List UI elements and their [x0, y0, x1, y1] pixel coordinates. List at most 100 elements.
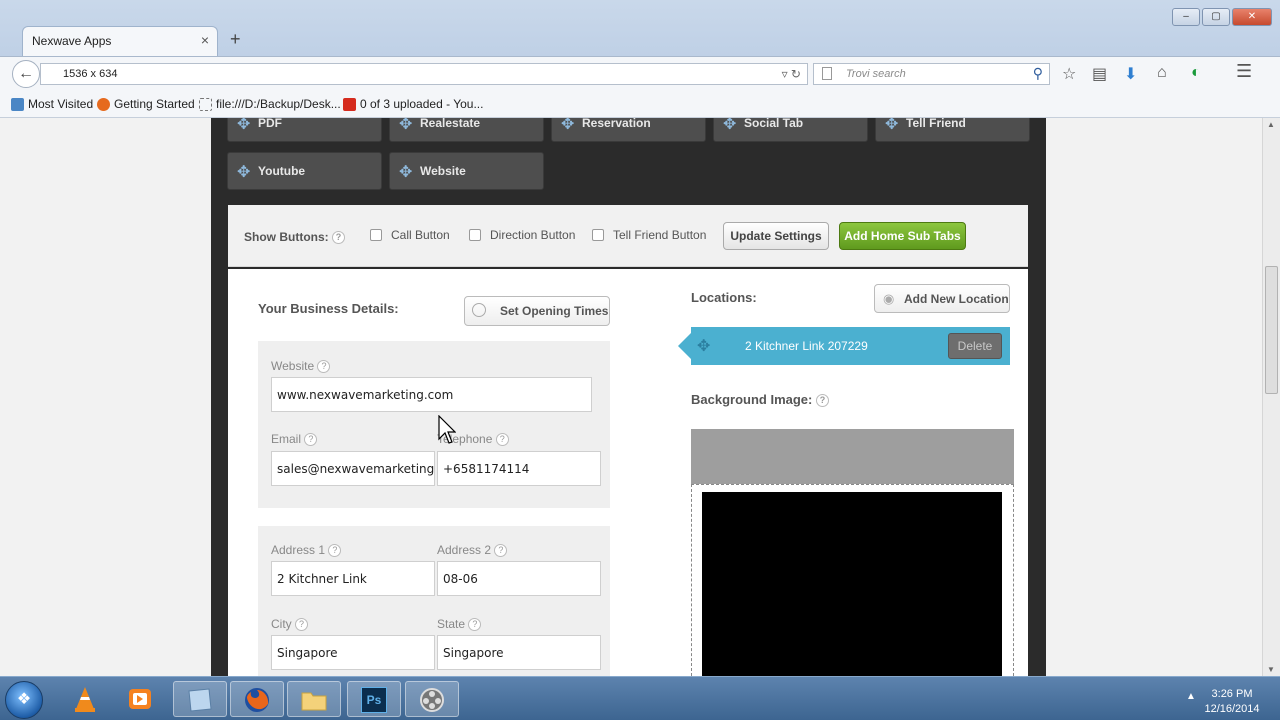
new-tab-button[interactable]: + [230, 29, 241, 50]
tool-button-tell-friend[interactable]: ✥ Tell Friend [875, 118, 1030, 142]
checkbox-box[interactable] [592, 229, 604, 241]
address1-field[interactable]: 2 Kitchner Link [271, 561, 435, 596]
folder-icon[interactable] [287, 681, 341, 717]
navigation-bar: ← 1536 x 634 ▿ ↻ Trovi search ⚲ ☆ ▤ ⬇ ⌂ … [0, 56, 1280, 90]
file-icon [199, 97, 212, 111]
move-icon: ✥ [399, 118, 413, 133]
bookmark-star-icon[interactable]: ☆ [1062, 64, 1076, 84]
browser-tab[interactable]: Nexwave Apps × [22, 26, 218, 56]
scroll-down-icon[interactable]: ▼ [1267, 665, 1275, 674]
help-icon[interactable]: ? [317, 360, 331, 374]
add-home-sub-tabs-button[interactable]: Add Home Sub Tabs [839, 222, 966, 250]
back-button[interactable]: ← [12, 60, 40, 88]
url-bar[interactable]: 1536 x 634 ▿ ↻ [40, 63, 808, 85]
page-icon [822, 67, 832, 80]
help-icon[interactable]: ? [328, 544, 342, 558]
page-viewport: ✥ PDF ✥ Realestate ✥ Reservation ✥ Socia… [0, 118, 1262, 676]
bookmarks-list-icon[interactable]: ▤ [1092, 64, 1107, 84]
checkbox-box[interactable] [370, 229, 382, 241]
bookmark-most-visited[interactable]: Most Visited [11, 97, 93, 111]
download-icon[interactable]: ⬇ [1124, 64, 1137, 84]
page-scrollbar[interactable]: ▲ ▼ [1262, 118, 1280, 676]
tool-button-social-tab[interactable]: ✥ Social Tab [713, 118, 868, 142]
maximize-button[interactable]: ▢ [1202, 8, 1230, 26]
tool-button-realestate[interactable]: ✥ Realestate [389, 118, 544, 142]
show-buttons-bar: Show Buttons: ? Call Button Direction Bu… [228, 205, 1028, 267]
show-buttons-label: Show Buttons: ? [244, 230, 345, 245]
contact-form-block: Website ? www.nexwavemarketing.com Email… [258, 341, 610, 508]
call-button-checkbox[interactable]: Call Button [370, 228, 450, 242]
background-image-preview [702, 492, 1002, 676]
bookmark-getting-started[interactable]: Getting Started [97, 97, 195, 111]
background-image-dropzone[interactable] [691, 429, 1014, 676]
delete-location-button[interactable]: Delete [948, 333, 1002, 359]
tab-close-icon[interactable]: × [201, 32, 209, 48]
firefox-icon[interactable] [230, 681, 284, 717]
home-icon[interactable]: ⌂ [1157, 64, 1167, 82]
set-opening-times-button[interactable]: Set Opening Times [464, 296, 610, 326]
bookmark-youtube[interactable]: 0 of 3 uploaded - You... [343, 97, 483, 111]
help-icon[interactable]: ? [332, 231, 345, 245]
start-button[interactable]: ❖ [5, 681, 43, 719]
move-icon: ✥ [885, 118, 899, 133]
bookmarks-bar: Most Visited Getting Started file:///D:/… [0, 90, 1280, 118]
reload-icon[interactable]: ▿ ↻ [782, 67, 801, 81]
clock-icon [472, 303, 486, 317]
scroll-thumb[interactable] [1265, 266, 1278, 394]
tool-button-website[interactable]: ✥ Website [389, 152, 544, 190]
move-icon: ✥ [561, 118, 575, 133]
window-controls: – ▢ ✕ [1172, 8, 1272, 26]
film-icon[interactable] [405, 681, 459, 717]
search-icon[interactable]: ⚲ [1033, 65, 1043, 82]
scroll-up-icon[interactable]: ▲ [1267, 120, 1275, 129]
add-new-location-button[interactable]: ◉ Add New Location [874, 284, 1010, 313]
search-placeholder: Trovi search [846, 68, 906, 80]
background-image-heading: Background Image: ? [691, 392, 829, 408]
media-player-icon[interactable] [113, 681, 167, 717]
email-field[interactable]: sales@nexwavemarketing [271, 451, 435, 486]
url-text: 1536 x 634 [63, 68, 118, 80]
youtube-icon [343, 97, 356, 111]
state-field[interactable]: Singapore [437, 635, 601, 670]
title-bar: Nexwave Apps × + – ▢ ✕ [0, 0, 1280, 56]
vlc-icon[interactable] [58, 681, 112, 717]
move-icon: ✥ [399, 164, 413, 181]
direction-button-checkbox[interactable]: Direction Button [469, 228, 575, 242]
help-icon[interactable]: ? [494, 544, 508, 558]
city-field[interactable]: Singapore [271, 635, 435, 670]
website-label: Website ? [271, 359, 331, 374]
photoshop-icon[interactable]: Ps [347, 681, 401, 717]
help-icon[interactable]: ? [304, 433, 318, 447]
state-label: State ? [437, 617, 482, 632]
tray-arrow-icon[interactable]: ▲ [1186, 691, 1196, 702]
business-details-heading: Your Business Details: [258, 301, 399, 316]
search-input[interactable]: Trovi search ⚲ [813, 63, 1050, 85]
clock-date: 12/16/2014 [1204, 703, 1260, 715]
bookmark-file[interactable]: file:///D:/Backup/Desk... [199, 97, 341, 111]
help-icon[interactable]: ? [495, 433, 509, 447]
tool-button-reservation[interactable]: ✥ Reservation [551, 118, 706, 142]
move-icon[interactable]: ✥ [697, 336, 710, 356]
update-settings-button[interactable]: Update Settings [723, 222, 829, 250]
checkbox-box[interactable] [469, 229, 481, 241]
map-pin-icon: ◉ [883, 291, 895, 306]
location-item[interactable]: ✥ 2 Kitchner Link 207229 Delete [678, 327, 1010, 365]
website-field[interactable]: www.nexwavemarketing.com [271, 377, 592, 412]
close-window-button[interactable]: ✕ [1232, 8, 1272, 26]
help-icon[interactable]: ? [468, 618, 482, 632]
help-icon[interactable]: ? [815, 394, 829, 408]
firefox-icon [97, 97, 110, 111]
address2-field[interactable]: 08-06 [437, 561, 601, 596]
telephone-field[interactable]: +6581174114 [437, 451, 601, 486]
address1-label: Address 1 ? [271, 543, 342, 558]
sync-icon[interactable]: ◐ [1191, 64, 1201, 82]
tool-button-pdf[interactable]: ✥ PDF [227, 118, 382, 142]
help-icon[interactable]: ? [295, 618, 309, 632]
tool-button-youtube[interactable]: ✥ Youtube [227, 152, 382, 190]
tell-friend-button-checkbox[interactable]: Tell Friend Button [592, 228, 706, 242]
locations-heading: Locations: [691, 290, 757, 305]
window-icon[interactable] [173, 681, 227, 717]
menu-icon[interactable]: ☰ [1236, 61, 1252, 82]
taskbar-clock[interactable]: 3:26 PM 12/16/2014 [1202, 687, 1262, 717]
minimize-button[interactable]: – [1172, 8, 1200, 26]
